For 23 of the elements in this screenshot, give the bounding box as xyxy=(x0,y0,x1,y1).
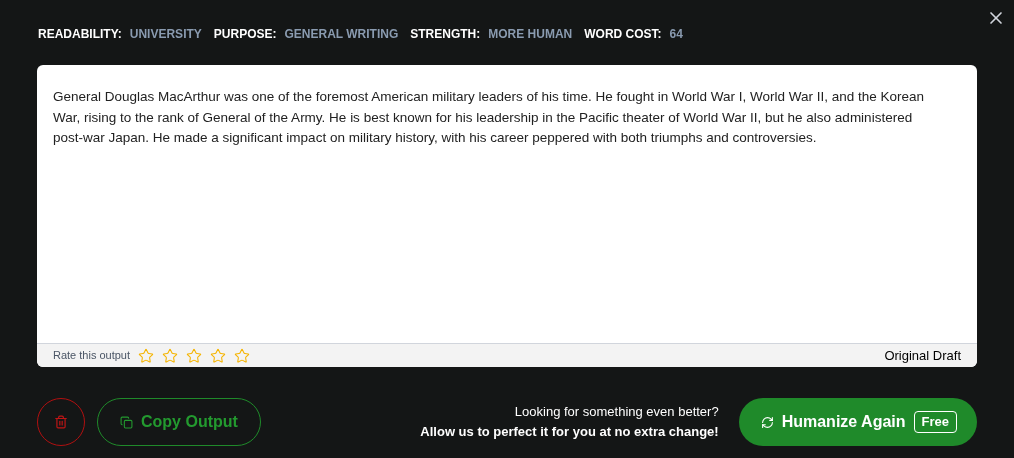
setting-label: READABILITY: xyxy=(38,26,122,43)
free-badge: Free xyxy=(913,411,957,433)
rating-label: Rate this output xyxy=(53,348,131,364)
star-icon[interactable] xyxy=(186,347,203,364)
star-icon[interactable] xyxy=(162,347,179,364)
setting-label: WORD COST: xyxy=(584,26,662,43)
promo-offer: Allow us to perfect it for you at no extra change! xyxy=(420,423,719,441)
setting-label: PURPOSE: xyxy=(213,26,277,43)
star-icon[interactable] xyxy=(138,347,155,364)
star-icon[interactable] xyxy=(234,347,251,364)
promo-question: Looking for something even better? xyxy=(514,403,719,421)
refresh-icon xyxy=(760,415,774,429)
output-text: General Douglas MacArthur was one of the foremost American military leaders of his time. He fought in World War I, World War II, and the Korean War, rising to the rank of General of the Army. He is best known for his leadership in the Pacific theater of World War II, but he also administered post-war Japan. He made a significant impact on military history, with his career peppered with both triumphs and controversies. xyxy=(52,88,926,147)
setting-label: STRENGTH: xyxy=(410,26,481,43)
humanize-button[interactable]: Humanize Again Free xyxy=(738,398,977,446)
trash-icon xyxy=(54,415,68,429)
star-icon[interactable] xyxy=(210,347,227,364)
setting-value: 64 xyxy=(669,26,683,43)
draft-label: Original Draft xyxy=(884,346,961,365)
copy-icon xyxy=(120,415,133,429)
setting-value: MORE HUMAN xyxy=(488,26,573,43)
setting-value: GENERAL WRITING xyxy=(284,26,399,43)
setting-value: UNIVERSITY xyxy=(129,26,202,43)
